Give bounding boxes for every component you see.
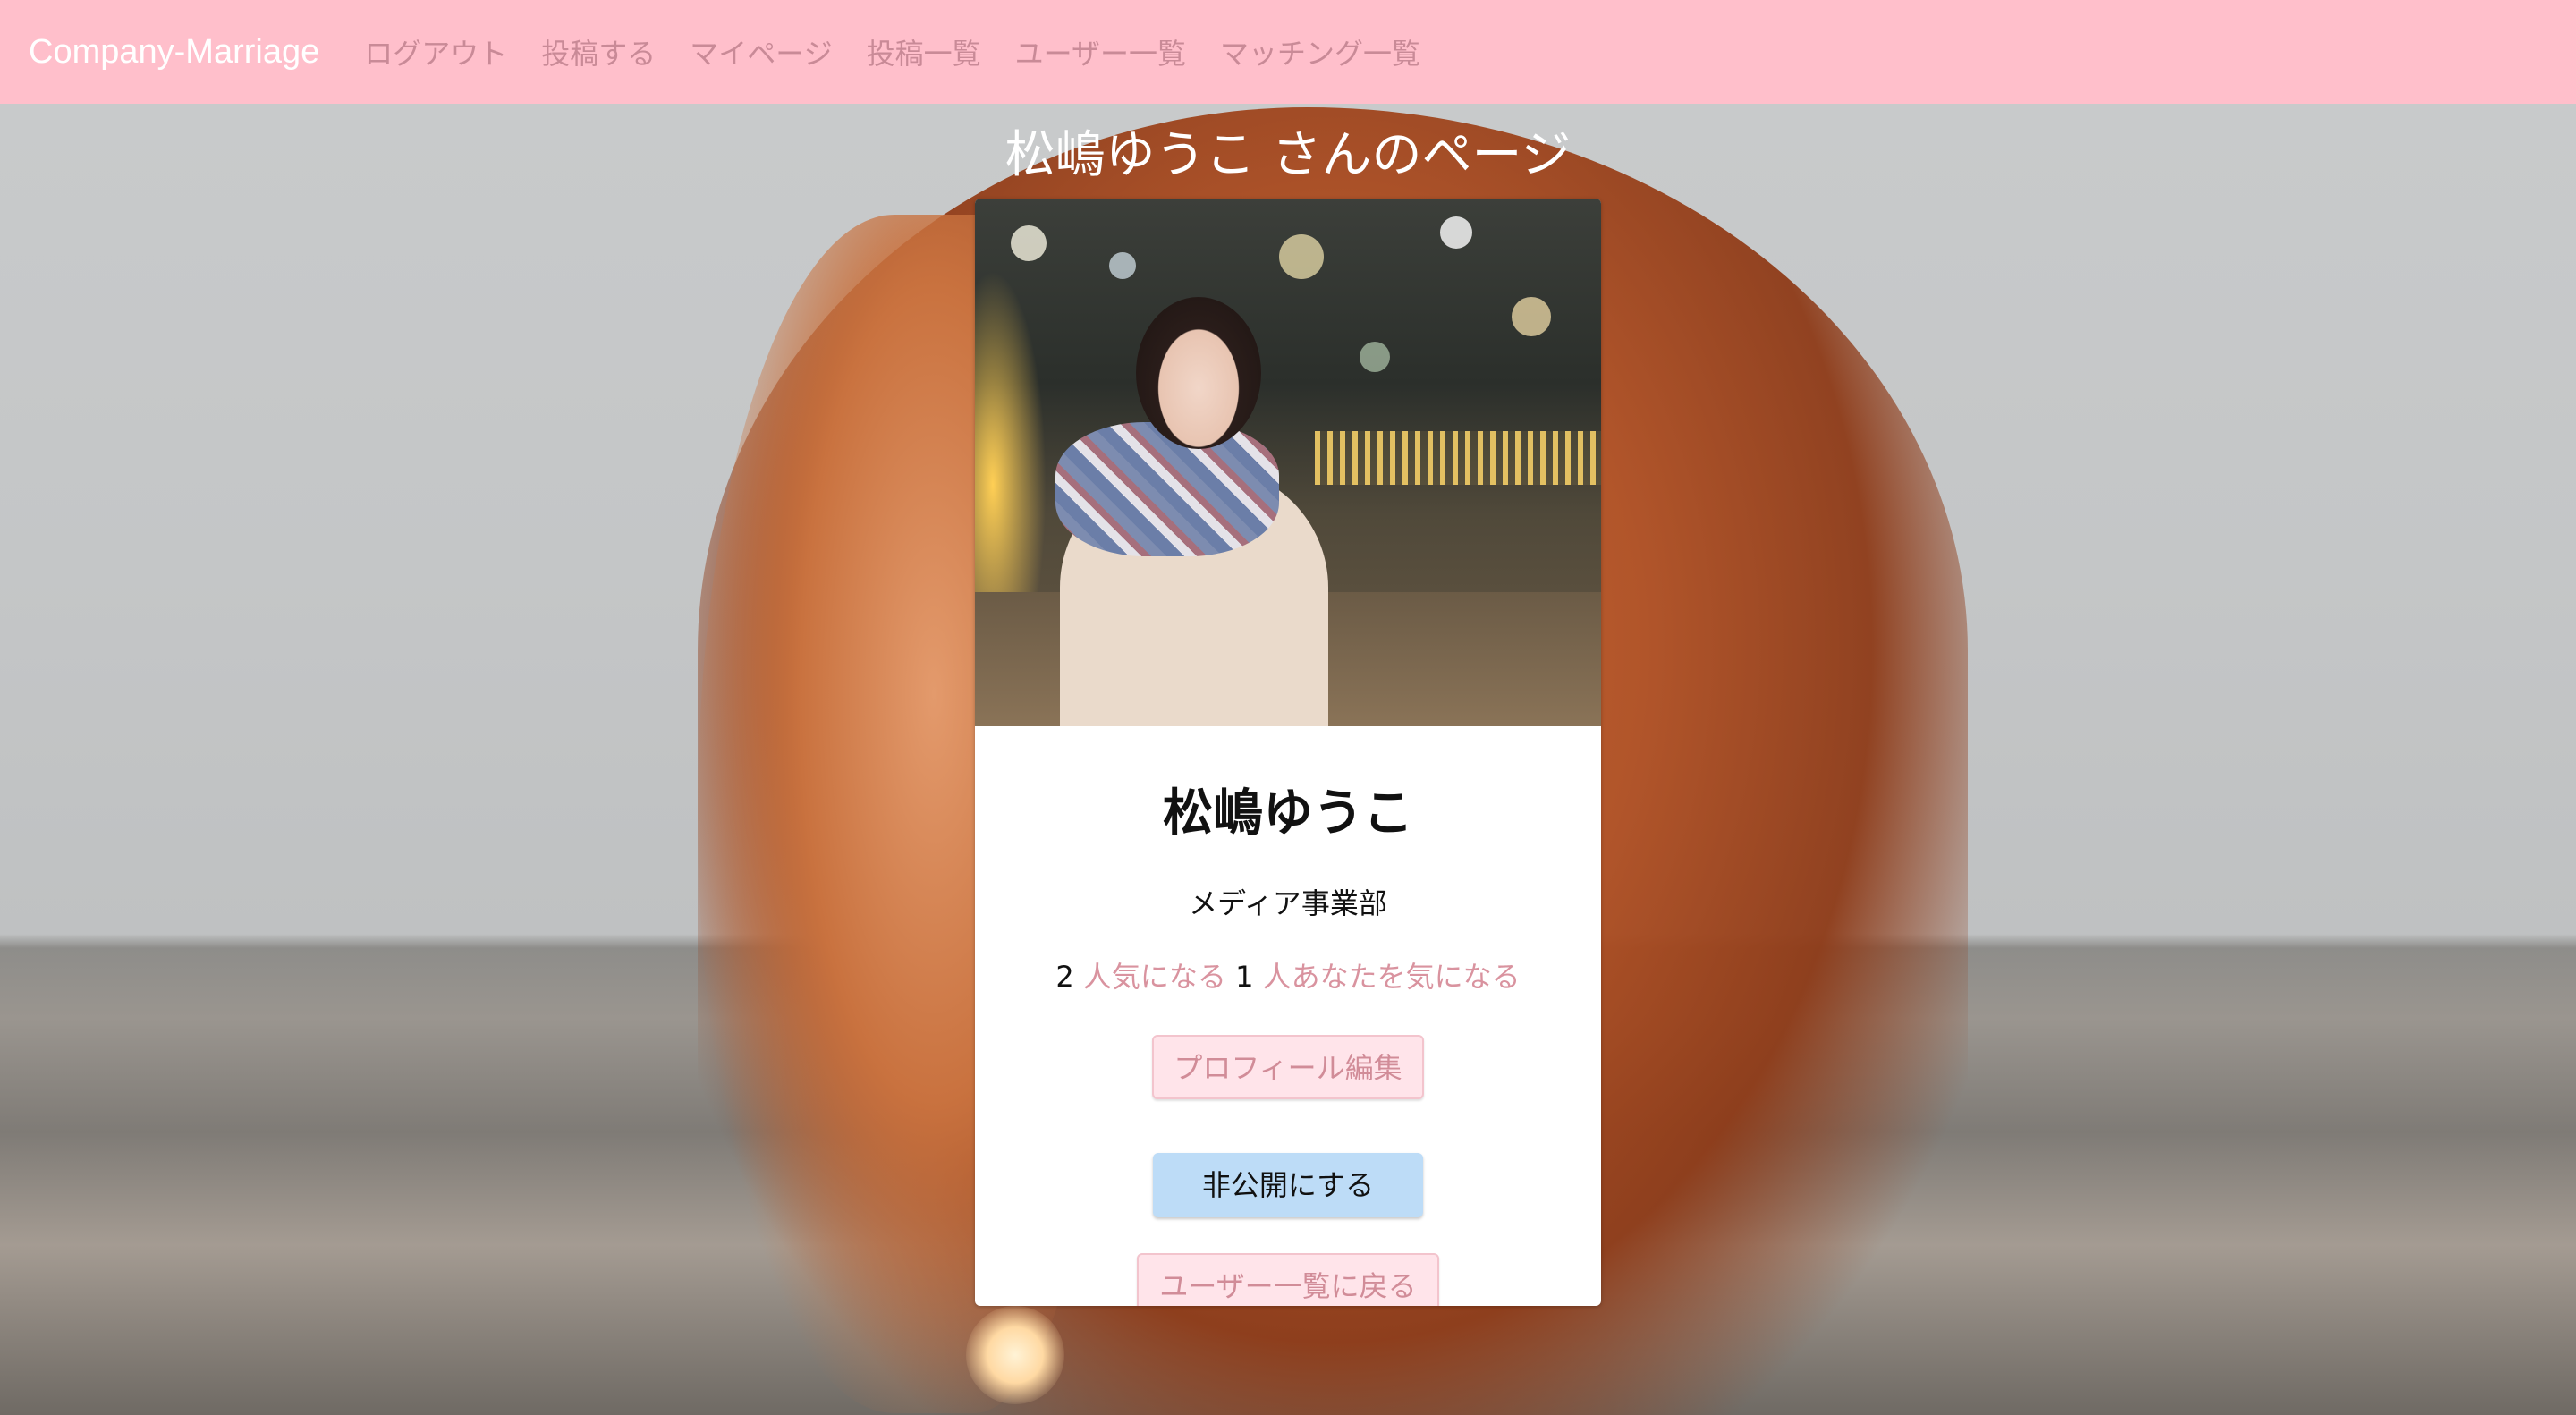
followers-count: 1 <box>1235 960 1254 994</box>
photo-bokeh <box>1512 297 1551 336</box>
followers-link[interactable]: 人あなたを気になる <box>1263 960 1521 994</box>
make-private-button[interactable]: 非公開にする <box>1153 1153 1423 1217</box>
nav-matching-list[interactable]: マッチング一覧 <box>1220 31 1420 72</box>
back-to-user-list-button[interactable]: ユーザー一覧に戻る <box>1137 1253 1439 1306</box>
nav-new-post[interactable]: 投稿する <box>541 31 656 72</box>
brand-link[interactable]: Company-Marriage <box>29 33 319 72</box>
nav-user-list[interactable]: ユーザー一覧 <box>1015 31 1186 72</box>
nav-post-list[interactable]: 投稿一覧 <box>867 31 981 72</box>
page: Company-Marriage ログアウト 投稿する マイページ 投稿一覧 ユ… <box>0 0 2576 1415</box>
edit-profile-button[interactable]: プロフィール編集 <box>1152 1035 1424 1099</box>
following-link[interactable]: 人気になる <box>1083 960 1226 994</box>
photo-person-scarf <box>1055 422 1279 556</box>
profile-photo <box>975 199 1601 726</box>
photo-bokeh <box>1109 252 1136 279</box>
photo-bokeh <box>1360 342 1390 372</box>
nav-logout[interactable]: ログアウト <box>364 31 507 72</box>
photo-bokeh <box>1279 234 1324 279</box>
nav-mypage[interactable]: マイページ <box>690 31 832 72</box>
photo-person-head <box>1136 297 1261 449</box>
background-sunflare <box>966 1306 1064 1404</box>
photo-bokeh <box>1011 225 1046 261</box>
following-count: 2 <box>1055 960 1074 994</box>
photo-lights <box>1315 431 1601 485</box>
navbar: Company-Marriage ログアウト 投稿する マイページ 投稿一覧 ユ… <box>0 0 2576 104</box>
photo-bokeh <box>1440 216 1472 249</box>
profile-card: 松嶋ゆうこ メディア事業部 2 人気になる 1 人あなたを気になる プロフィール… <box>975 199 1601 1306</box>
profile-name: 松嶋ゆうこ <box>1163 784 1413 843</box>
profile-department: メディア事業部 <box>1189 886 1387 920</box>
page-title: 松嶋ゆうこ さんのページ <box>1004 126 1572 184</box>
follow-stats: 2 人気になる 1 人あなたを気になる <box>975 954 1601 996</box>
